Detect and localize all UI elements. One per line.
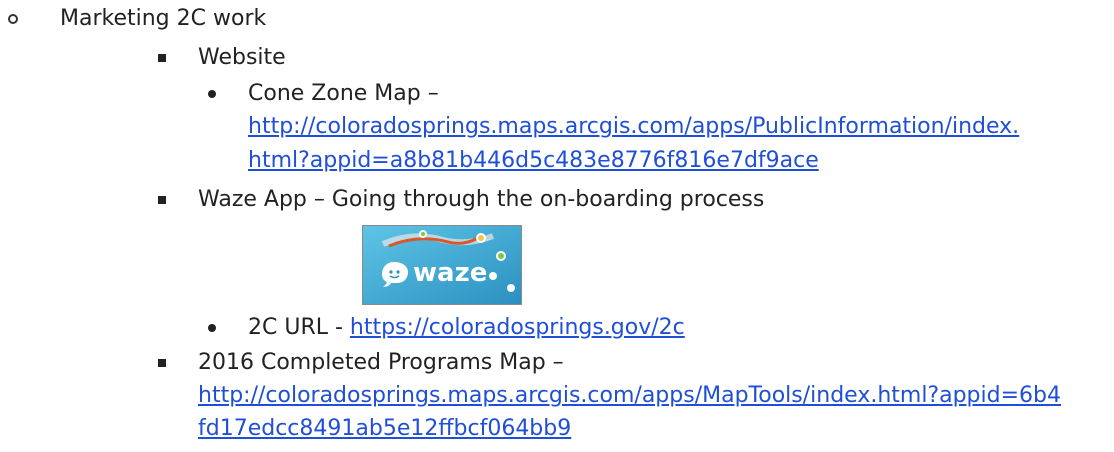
cone-zone-link-line1[interactable]: http://coloradosprings.maps.arcgis.com/a… [248,112,1019,141]
url-2c-item: 2C URL - https://coloradosprings.gov/2c [248,313,685,342]
marketing-heading: Marketing 2C work [60,6,267,31]
square-bullet-icon [158,54,166,62]
cone-zone-label: Cone Zone Map – [248,81,439,106]
circle-bullet-icon [8,14,18,24]
completed-programs-link-line2[interactable]: fd17edcc8491ab5e12ffbcf064bb9 [198,414,571,443]
square-bullet-icon [158,196,166,204]
completed-programs-label: 2016 Completed Programs Map – [198,350,564,375]
waze-logo-text: waze [413,258,488,288]
cone-zone-link-line2[interactable]: html?appid=a8b81b446d5c483e8776f816e7df9… [248,146,819,175]
square-bullet-icon [158,359,166,367]
url-2c-link[interactable]: https://coloradosprings.gov/2c [350,315,685,340]
waze-app-item: Waze App – Going through the on-boarding… [198,187,765,212]
dot-bullet-icon [208,90,216,98]
completed-programs-link-line1[interactable]: http://coloradosprings.maps.arcgis.com/a… [198,381,1061,410]
website-item: Website [198,45,286,70]
url-2c-label: 2C URL - [248,315,350,340]
waze-app-image: waze [362,225,522,305]
dot-bullet-icon [208,324,216,332]
